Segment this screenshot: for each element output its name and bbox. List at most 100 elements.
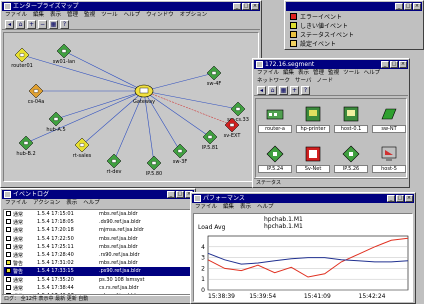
legend-close-button[interactable]: × [413,3,421,10]
seg-zoom-icon[interactable]: + [290,86,299,95]
device-tile[interactable]: IP.5.26 [334,145,368,173]
gateway-node[interactable]: Gateway [133,84,155,105]
legend-item: 設定イベント [287,39,421,48]
graph-menu-view[interactable]: 表示 [240,203,251,211]
log-menu-action[interactable]: アクション [33,199,60,207]
segment-status-bar: ステータス [254,178,408,186]
log-menu-file[interactable]: ファイル [5,199,27,207]
log-row[interactable]: 通常 1.5.4 17:22:50 mbs.ref.jsa.bldr [4,235,192,243]
graph-menu-help[interactable]: ヘルプ [257,203,274,211]
device-tile[interactable]: sw-NT [372,105,406,133]
menu-item-window[interactable]: ウィンドウ [146,11,174,19]
segment-menu-view[interactable]: 表示 [298,69,309,77]
segment-title-bar[interactable]: 172.16.segment _ □ × [254,60,408,69]
close-button[interactable]: × [251,3,259,10]
graph-close-button[interactable]: × [405,195,413,202]
device-icon [380,145,398,163]
severity-icon [6,260,11,266]
severity-icon [6,276,11,282]
tab-node[interactable]: ノード [316,77,333,85]
device-tile[interactable]: hp-printer [296,105,330,133]
network-map-canvas[interactable]: router01 sw01-lan cs-04a hub-A.5 hub-B.2 rt-s… [3,32,259,182]
map-node[interactable]: cs-04a [28,83,45,105]
segment-menu-edit[interactable]: 編集 [283,69,294,77]
log-title-bar[interactable]: イベントログ _ □ × [2,190,194,199]
map-node[interactable]: sw-4F [206,65,222,87]
menu-item-view[interactable]: 表示 [50,11,61,19]
back-icon[interactable]: ◂ [5,20,14,29]
graph-maximize-button[interactable]: □ [396,195,404,202]
menu-item-edit[interactable]: 編集 [33,11,44,19]
map-node[interactable]: IP.5.80 [146,155,162,177]
maximize-button[interactable]: □ [242,3,250,10]
log-row[interactable]: 警告 1.5.4 17:31:02 mbs.ref.jsa.bldr [4,259,192,267]
menu-item-manage[interactable]: 管理 [67,11,78,19]
log-row[interactable]: 通常 1.5.4 17:15:01 mbs.ref.jsa.bldr [4,210,192,218]
log-row[interactable]: 通常 1.5.4 17:28:40 .rs90.ref.jsa.bldr [4,251,192,259]
segment-menu-tools[interactable]: ツール [343,69,360,77]
log-menu-help[interactable]: ヘルプ [83,199,100,207]
menu-item-file[interactable]: ファイル [5,11,27,19]
log-severity: 警告 [4,267,36,275]
map-node[interactable]: router01 [11,47,33,69]
map-node[interactable]: sw-3F [172,143,188,165]
log-row[interactable]: 通常 1.5.4 17:38:44 cs.rs.ref.jsa.bldr [4,284,192,292]
log-row[interactable]: 通常 1.5.4 17:25:11 mbs.ref.jsa.bldr [4,243,192,251]
help-icon[interactable]: ? [60,20,69,29]
device-tile[interactable]: router-a [258,105,292,133]
zoom-out-icon[interactable]: − [38,20,47,29]
map-node[interactable]: rt-dev [106,153,122,175]
tab-server[interactable]: サーバ [295,77,311,85]
seg-back-icon[interactable]: ◂ [257,86,266,95]
segment-menu-monitor[interactable]: 監視 [328,69,339,77]
seg-help-icon[interactable]: ? [301,86,310,95]
segment-menu-manage[interactable]: 管理 [313,69,324,77]
device-label: hp-printer [296,125,330,133]
log-minimize-button[interactable]: _ [167,191,175,198]
log-row[interactable]: 通常 1.5.4 17:35:20 ps.30 108 lsmsyst [4,276,192,284]
menu-item-options[interactable]: オプション [180,11,208,19]
seg-home-icon[interactable]: ⌂ [268,86,277,95]
graph-title-bar[interactable]: パフォーマンス _ □ × [192,194,414,203]
device-tile[interactable]: IP.5.24 [258,145,292,173]
map-node[interactable]: hub-A.5 [46,111,66,133]
segment-menu-bar: ファイル 編集 表示 管理 監視 ツール ヘルプ [254,69,408,77]
log-row[interactable]: 通常 1.5.4 17:20:18 mjmsa.ref.jsa.bldr [4,226,192,234]
device-label: router-a [258,125,292,133]
legend-maximize-button[interactable]: □ [404,3,412,10]
log-menu-view[interactable]: 表示 [66,199,77,207]
y-tick-label: 3 [201,255,205,262]
segment-menu-help[interactable]: ヘルプ [364,69,381,77]
device-tile[interactable]: host-5 [372,145,406,173]
menu-item-tools[interactable]: ツール [101,11,118,19]
log-maximize-button[interactable]: □ [176,191,184,198]
tab-network[interactable]: ネットワーク [257,77,290,85]
log-row[interactable]: 警告 1.5.4 17:33:15 .ps90.ref.jsa.bldr [4,267,192,276]
graph-minimize-button[interactable]: _ [387,195,395,202]
device-tile[interactable]: host-0.1 [334,105,368,133]
zoom-in-icon[interactable]: + [27,20,36,29]
log-row[interactable]: 通常 1.5.4 17:18:05 .ds90.ref.jsa.bldr [4,218,192,226]
graph-menu-edit[interactable]: 編集 [223,203,234,211]
map-title-bar[interactable]: エンタープライズマップ _ □ × [2,2,260,11]
home-icon[interactable]: ⌂ [16,20,25,29]
segment-menu-file[interactable]: ファイル [257,69,279,77]
menu-item-monitor[interactable]: 監視 [84,11,95,19]
segment-maximize-button[interactable]: □ [390,61,398,68]
legend-title-bar[interactable]: _ □ × [286,2,422,11]
x-tick-label: 15:42:24 [359,293,386,300]
minimize-button[interactable]: _ [233,3,241,10]
segment-minimize-button[interactable]: _ [381,61,389,68]
map-node[interactable]: hub-B.2 [16,135,36,157]
grid-icon[interactable]: ▦ [49,20,58,29]
device-tile[interactable]: Sv-Net [296,145,330,173]
map-node[interactable]: rt-sales [73,137,92,159]
menu-item-help[interactable]: ヘルプ [124,11,141,19]
graph-menu-file[interactable]: ファイル [195,203,217,211]
log-message: .ds90.ref.jsa.bldr [99,219,141,226]
segment-close-button[interactable]: × [399,61,407,68]
seg-grid-icon[interactable]: ▦ [279,86,288,95]
log-message: mbs.ref.jsa.bldr [99,235,138,242]
map-node[interactable]: sw01-lan [53,43,75,65]
legend-minimize-button[interactable]: _ [395,3,403,10]
